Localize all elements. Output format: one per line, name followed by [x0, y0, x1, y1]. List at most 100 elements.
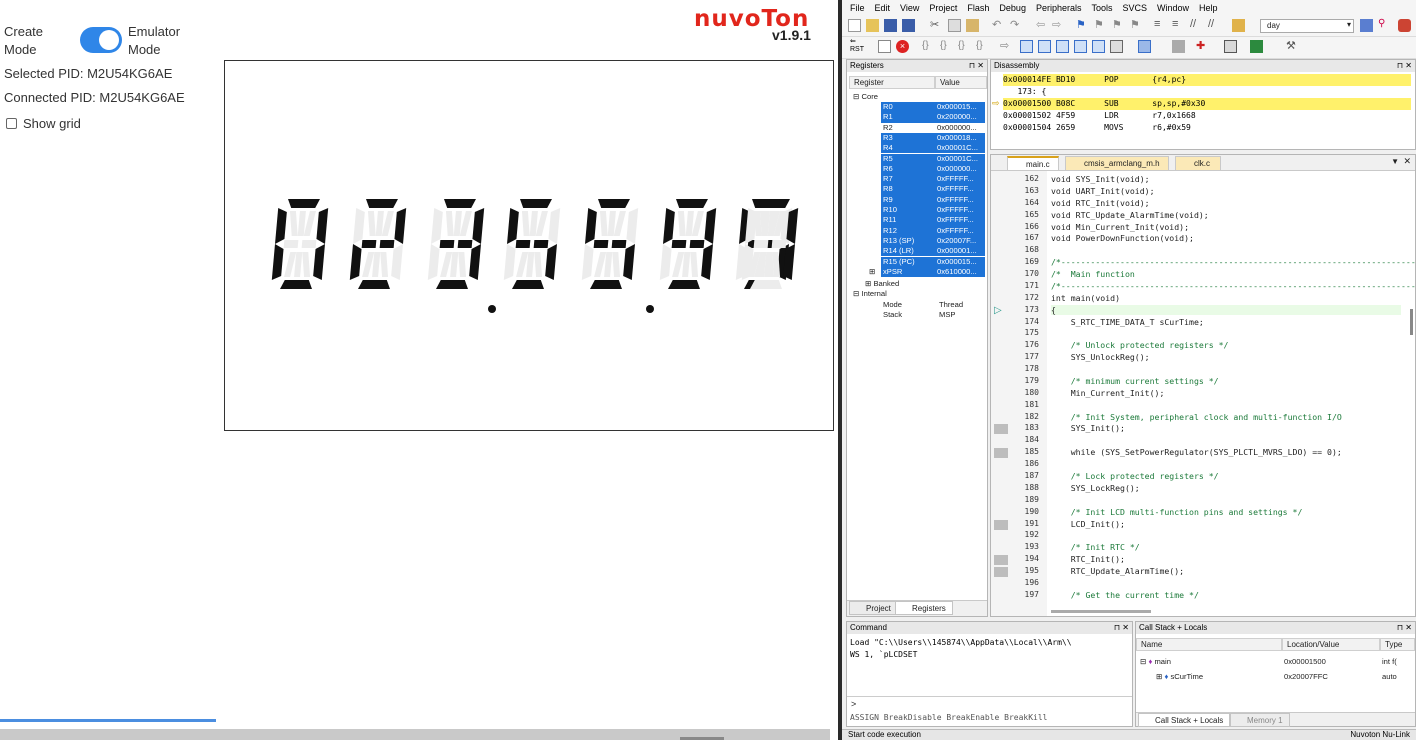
- disassembly-line[interactable]: 173: {: [1003, 86, 1411, 98]
- serial-window-icon[interactable]: [1172, 40, 1185, 53]
- register-row-r12[interactable]: R12 0xFFFFF...: [881, 225, 985, 236]
- code-line[interactable]: /* Init System, peripheral clock and mul…: [1051, 412, 1342, 422]
- internal-group[interactable]: ⊟ Internal: [853, 289, 887, 299]
- find-in-files-icon[interactable]: [1232, 19, 1245, 32]
- stop-icon[interactable]: ×: [896, 40, 909, 53]
- debug-zoom-icon[interactable]: [1398, 19, 1411, 32]
- incremental-find-icon[interactable]: ⚲: [1378, 18, 1391, 31]
- menu-svcs[interactable]: SVCS: [1123, 3, 1148, 13]
- close-tab-icon[interactable]: ✕: [1403, 156, 1411, 167]
- editor-scrollbar[interactable]: [1410, 309, 1413, 335]
- code-line[interactable]: while (SYS_SetPowerRegulator(SYS_PLCTL_M…: [1051, 447, 1342, 457]
- command-input[interactable]: >: [847, 696, 1132, 710]
- code-line[interactable]: /* Lock protected registers */: [1051, 471, 1219, 481]
- code-line[interactable]: /* Unlock protected registers */: [1051, 340, 1229, 350]
- cut-icon[interactable]: ✂: [930, 18, 943, 31]
- copy-icon[interactable]: [948, 19, 961, 32]
- new-file-icon[interactable]: [848, 19, 861, 32]
- code-line[interactable]: /* minimum current settings */: [1051, 376, 1219, 386]
- symbols-window-icon[interactable]: [1056, 40, 1069, 53]
- undo-icon[interactable]: ↶: [992, 18, 1005, 31]
- breakpoint-margin-marker[interactable]: [994, 448, 1008, 459]
- code-line[interactable]: /* Main function: [1051, 269, 1135, 279]
- register-row-xpsr[interactable]: xPSR 0x610000...: [881, 266, 985, 278]
- callstack-row-scurtime[interactable]: ⊞ ♦ sCurTime: [1156, 672, 1203, 682]
- register-row-r6[interactable]: R6 0x000000...: [881, 163, 985, 175]
- register-row-r1[interactable]: R1 0x200000...: [881, 112, 985, 123]
- register-row-r0[interactable]: R0 0x000015...: [881, 102, 985, 113]
- code-line[interactable]: /*--------------------------------------…: [1051, 257, 1416, 267]
- menu-help[interactable]: Help: [1199, 3, 1218, 13]
- run-to-cursor-icon[interactable]: {}: [976, 40, 989, 53]
- pin-close-icon[interactable]: ⊓ ✕: [1397, 60, 1412, 72]
- name-col-header[interactable]: Name: [1136, 638, 1282, 651]
- code-line[interactable]: /* Get the current time */: [1051, 590, 1199, 600]
- code-line[interactable]: S_RTC_TIME_DATA_T sCurTime;: [1051, 317, 1204, 327]
- tabs-dropdown-icon[interactable]: ▼: [1391, 157, 1399, 166]
- save-icon[interactable]: [884, 19, 897, 32]
- breakpoint-margin-marker[interactable]: [994, 567, 1008, 578]
- step-out-icon[interactable]: {}: [958, 40, 971, 53]
- find-icon[interactable]: [1360, 19, 1373, 32]
- unindent-icon[interactable]: ≡: [1172, 18, 1185, 31]
- register-row-r2[interactable]: R2 0x000000...: [881, 123, 985, 133]
- menu-view[interactable]: View: [900, 3, 919, 13]
- tab-main-c[interactable]: main.c: [1007, 156, 1059, 170]
- save-all-icon[interactable]: [902, 19, 915, 32]
- step-icon[interactable]: {}: [922, 40, 935, 53]
- redo-icon[interactable]: ↷: [1010, 18, 1023, 31]
- pin-close-icon[interactable]: ⊓ ✕: [1114, 622, 1129, 634]
- command-window-icon[interactable]: [1020, 40, 1033, 53]
- register-row-r3[interactable]: R3 0x000018...: [881, 132, 985, 144]
- callstack-row-main[interactable]: ⊟ ♦ main: [1140, 657, 1171, 667]
- disassembly-line[interactable]: 0x000014FE BD10 POP {r4,pc}: [1003, 74, 1411, 86]
- tab-call-stack[interactable]: Call Stack + Locals: [1138, 713, 1231, 727]
- find-combo[interactable]: day ▾: [1260, 19, 1354, 33]
- reset-label[interactable]: ⇐ RST: [850, 38, 864, 54]
- code-line[interactable]: void RTC_Update_AlarmTime(void);: [1051, 210, 1209, 220]
- register-row-r14[interactable]: R14 (LR) 0x000001...: [881, 246, 985, 257]
- step-over-icon[interactable]: {}: [940, 40, 953, 53]
- menu-tools[interactable]: Tools: [1091, 3, 1112, 13]
- disassembly-window-icon[interactable]: [1038, 40, 1051, 53]
- type-col-header[interactable]: Type: [1380, 638, 1415, 651]
- register-col-header[interactable]: Register: [849, 76, 935, 89]
- tab-clk-c[interactable]: clk.c: [1175, 156, 1221, 170]
- breakpoint-margin-marker[interactable]: [994, 424, 1008, 435]
- editor-hscroll[interactable]: [1051, 610, 1151, 613]
- code-line[interactable]: RTC_Update_AlarmTime();: [1051, 566, 1184, 576]
- show-next-statement-icon[interactable]: ⇨: [1000, 39, 1013, 52]
- call-stack-window-icon[interactable]: [1092, 40, 1105, 53]
- tab-cmsis-armclang[interactable]: cmsis_armclang_m.h: [1065, 156, 1169, 170]
- breakpoint-margin-marker[interactable]: [994, 555, 1008, 566]
- menu-window[interactable]: Window: [1157, 3, 1189, 13]
- code-line[interactable]: /* Init LCD multi-function pins and sett…: [1051, 507, 1303, 517]
- paste-icon[interactable]: [966, 19, 979, 32]
- disassembly-line[interactable]: 0x00001502 4F59 LDR r7,0x1668: [1003, 110, 1411, 122]
- pin-close-icon[interactable]: ⊓ ✕: [1397, 622, 1412, 634]
- code-line[interactable]: int main(void): [1051, 293, 1120, 303]
- code-line[interactable]: SYS_Init();: [1051, 423, 1125, 433]
- register-row-r13[interactable]: R13 (SP) 0x20007F...: [881, 235, 985, 247]
- registers-window-icon[interactable]: [1074, 40, 1087, 53]
- bookmark-next-icon[interactable]: ⚑: [1112, 18, 1125, 31]
- register-row-r15[interactable]: R15 (PC) 0x000015...: [881, 256, 985, 267]
- code-line[interactable]: void PowerDownFunction(void);: [1051, 233, 1194, 243]
- uncomment-icon[interactable]: //: [1208, 18, 1221, 31]
- core-group[interactable]: ⊟ Core: [853, 92, 878, 102]
- register-row-r9[interactable]: R9 0xFFFFF...: [881, 194, 985, 205]
- code-line[interactable]: /* Init RTC */: [1051, 542, 1140, 552]
- code-line[interactable]: void UART_Init(void);: [1051, 186, 1155, 196]
- register-row-r11[interactable]: R11 0xFFFFF...: [881, 215, 985, 226]
- nav-back-icon[interactable]: ⇦: [1036, 18, 1049, 31]
- code-line[interactable]: LCD_Init();: [1051, 519, 1125, 529]
- code-line[interactable]: void RTC_Init(void);: [1051, 198, 1150, 208]
- open-folder-icon[interactable]: [866, 19, 879, 32]
- nav-forward-icon[interactable]: ⇨: [1052, 18, 1065, 31]
- trace-window-icon[interactable]: [1224, 40, 1237, 53]
- watch-window-icon[interactable]: [1110, 40, 1123, 53]
- menu-file[interactable]: File: [850, 3, 865, 13]
- code-line[interactable]: SYS_UnlockReg();: [1051, 352, 1150, 362]
- memory-window-icon[interactable]: [1138, 40, 1151, 53]
- register-row-r8[interactable]: R8 0xFFFFF...: [881, 184, 985, 195]
